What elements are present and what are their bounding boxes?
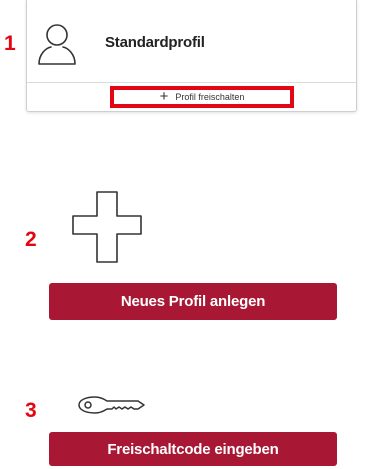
- profile-instructions: 1 2 3 Standardprofil + Profil freischalt…: [0, 0, 365, 469]
- unlock-row: + Profil freischalten: [27, 82, 356, 112]
- step-number-2: 2: [25, 228, 37, 251]
- step-number-1: 1: [4, 32, 16, 55]
- plus-icon: +: [159, 88, 169, 105]
- profile-card: Standardprofil + Profil freischalten: [26, 0, 357, 112]
- unlock-profile-label: Profil freischalten: [175, 92, 245, 102]
- profile-card-header[interactable]: Standardprofil: [27, 0, 356, 83]
- new-profile-button[interactable]: Neues Profil anlegen: [49, 283, 337, 320]
- key-icon: [78, 396, 145, 414]
- plus-icon: [72, 191, 142, 263]
- profile-name: Standardprofil: [105, 34, 205, 51]
- unlock-profile-link[interactable]: + Profil freischalten: [110, 86, 294, 108]
- step-number-3: 3: [25, 399, 37, 422]
- user-icon: [38, 24, 76, 65]
- enter-unlock-code-button[interactable]: Freischaltcode eingeben: [49, 432, 337, 466]
